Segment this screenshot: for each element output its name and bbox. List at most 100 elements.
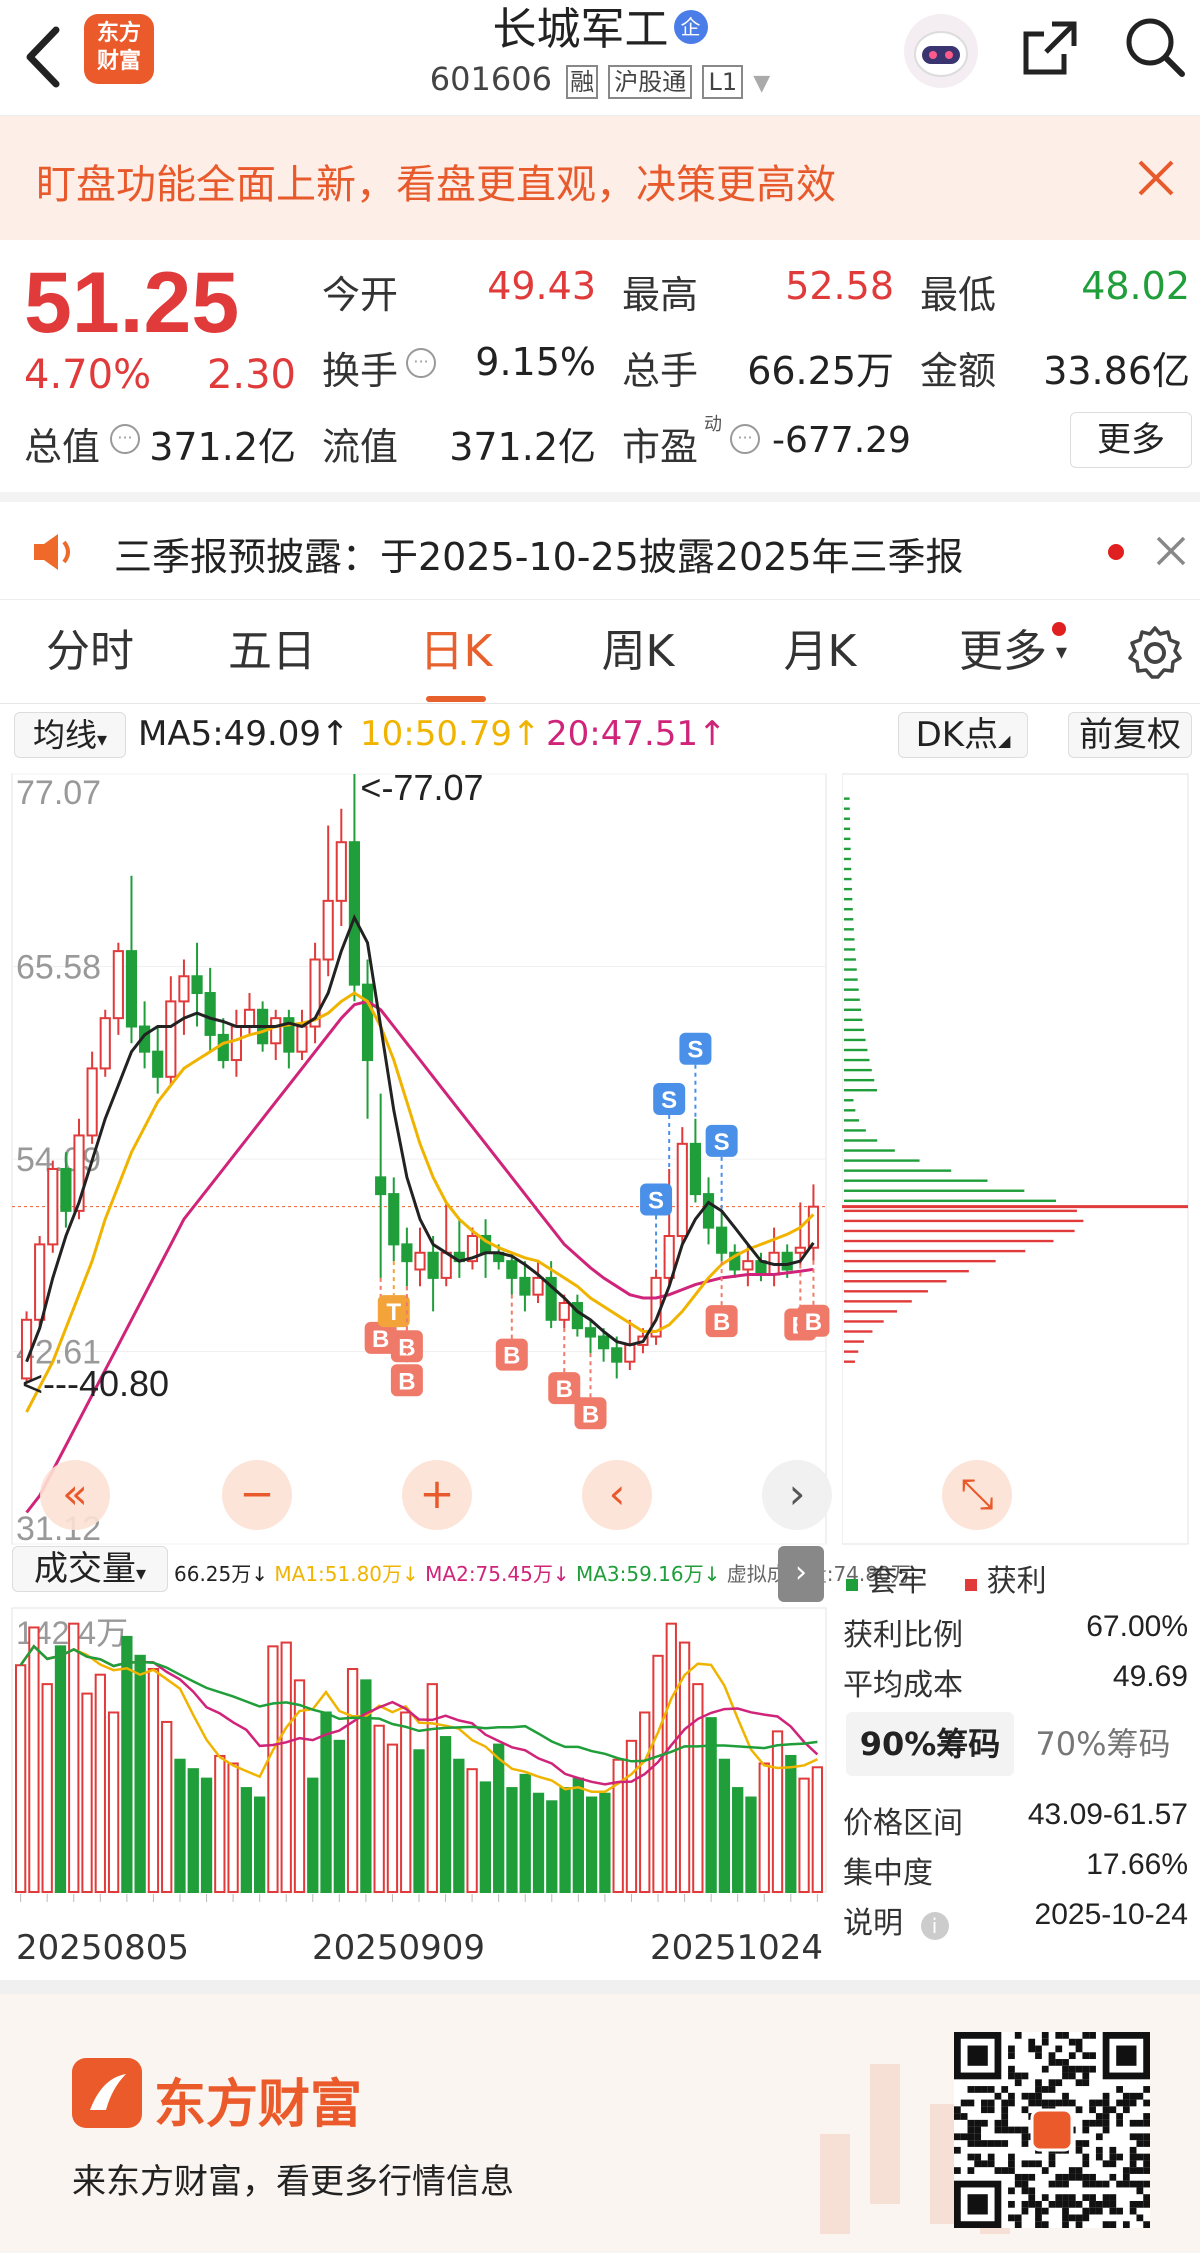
- more-button[interactable]: 更多: [1070, 412, 1192, 468]
- volume-expand-arrow[interactable]: ›: [778, 1546, 824, 1602]
- qr-module: [1021, 2140, 1029, 2147]
- volume-bar: [758, 1762, 770, 1893]
- candle: [335, 841, 347, 902]
- qr-module: [954, 2133, 961, 2141]
- dk-corner-icon: ◢: [998, 731, 1011, 750]
- profit-ratio-row: 获利比例 67.00%: [843, 1610, 1188, 1654]
- qr-module: [987, 2153, 995, 2161]
- tab-intraday[interactable]: 分时: [30, 600, 150, 704]
- volume-selector[interactable]: 成交量▾: [12, 1546, 168, 1592]
- pe-dynamic-mark: 动: [704, 414, 722, 435]
- candle: [112, 950, 124, 1020]
- tab-weekly-k[interactable]: 周K: [578, 600, 698, 704]
- volume-bar: [652, 1654, 664, 1893]
- chip-bar: [844, 867, 852, 871]
- qr-module: [1001, 2106, 1009, 2114]
- avg-cost-row: 平均成本 49.69: [843, 1660, 1188, 1704]
- qr-module: [1082, 2214, 1090, 2222]
- qr-module: [1109, 2153, 1117, 2161]
- adjust-toggle[interactable]: 前复权: [1068, 712, 1192, 758]
- chip-tab-90[interactable]: 90%筹码: [846, 1712, 1014, 1776]
- qr-module: [1082, 2180, 1090, 2188]
- qr-module: [1001, 2167, 1009, 2174]
- turnover-info-icon[interactable]: ···: [406, 348, 436, 378]
- volume-bar: [161, 1720, 173, 1894]
- qr-module: [1075, 2214, 1083, 2222]
- volume-bar: [200, 1777, 213, 1894]
- float-label: 流值: [322, 425, 399, 469]
- qr-module: [1116, 2119, 1123, 2127]
- expand-icon[interactable]: ⤡: [942, 1460, 1012, 1530]
- qr-module: [1102, 2119, 1110, 2127]
- qr-code[interactable]: [954, 2032, 1150, 2228]
- chip-tab-70[interactable]: 70%筹码: [1018, 1712, 1188, 1776]
- volume-bar: [68, 1622, 80, 1893]
- amount-value: 33.86亿: [1043, 349, 1190, 393]
- candle: [414, 1251, 426, 1271]
- candlestick-chart[interactable]: 77.0765.5854.0942.6131.12BBTBBBBSSSSBBB<…: [0, 764, 830, 1548]
- candle: [388, 1193, 400, 1246]
- zoom-in-button[interactable]: +: [402, 1460, 472, 1530]
- qr-module: [1089, 2173, 1096, 2181]
- qr-module: [1143, 2153, 1150, 2161]
- tab-monthly-k[interactable]: 月K: [760, 600, 880, 704]
- candle: [532, 1276, 544, 1296]
- turnover-value: 9.15%: [475, 340, 596, 384]
- qr-module: [994, 2140, 1002, 2147]
- chip-bar: [844, 1048, 868, 1052]
- dropdown-icon[interactable]: ▼: [753, 71, 770, 96]
- notice-close-icon[interactable]: [1154, 534, 1188, 568]
- qr-finder-core: [967, 2194, 988, 2215]
- volume-bar: [121, 1635, 133, 1894]
- qr-module: [1062, 2221, 1069, 2228]
- chip-bar: [844, 847, 851, 851]
- volume-bar: [386, 1743, 399, 1893]
- volume-bar: [519, 1773, 531, 1894]
- robot-assistant-icon[interactable]: [904, 14, 978, 88]
- qr-module: [1062, 2059, 1069, 2066]
- qr-module: [1109, 2221, 1117, 2228]
- qr-module: [1109, 2200, 1117, 2208]
- chip-bar: [844, 1129, 866, 1132]
- open-value: 49.43: [487, 264, 596, 308]
- qr-module: [967, 2133, 975, 2141]
- qr-module: [1028, 2187, 1036, 2195]
- dk-point-toggle[interactable]: DK点◢: [898, 712, 1028, 758]
- mktcap-info-icon[interactable]: ···: [110, 424, 140, 454]
- qr-module: [987, 2140, 995, 2147]
- signal-label: B: [713, 1309, 730, 1336]
- info-icon[interactable]: i: [920, 1912, 949, 1940]
- tab-daily-k[interactable]: 日K: [396, 600, 516, 704]
- volume-bar: [785, 1754, 797, 1893]
- qr-module: [1136, 2153, 1144, 2161]
- tab-more[interactable]: 更多: [948, 600, 1058, 704]
- volume-label: 总手: [622, 349, 699, 393]
- qr-module: [1055, 2180, 1063, 2188]
- notice-bar[interactable]: 三季报预披露：于2025-10-25披露2025年三季报: [0, 492, 1200, 600]
- qr-module: [1143, 2086, 1150, 2093]
- candle: [60, 1167, 72, 1212]
- signal-label: B: [398, 1334, 415, 1361]
- promo-banner[interactable]: 盯盘功能全面上新，看盘更直观，决策更高效: [0, 116, 1200, 240]
- tab-five-day[interactable]: 五日: [212, 600, 332, 704]
- qr-module: [987, 2086, 995, 2093]
- zoom-out-button[interactable]: −: [222, 1460, 292, 1530]
- chip-bar: [844, 1350, 859, 1353]
- scroll-left-button[interactable]: ‹: [582, 1460, 652, 1530]
- volume-bar: [532, 1792, 545, 1893]
- pe-info-icon[interactable]: ···: [730, 424, 760, 454]
- share-icon[interactable]: [1018, 16, 1082, 80]
- signal-label: B: [398, 1368, 415, 1395]
- settings-gear-icon[interactable]: [1126, 624, 1184, 682]
- qr-module: [1129, 2207, 1137, 2215]
- scroll-right-button[interactable]: ›: [762, 1460, 832, 1530]
- volume-bar: [94, 1673, 106, 1893]
- close-icon[interactable]: [1134, 156, 1178, 200]
- chip-bar: [844, 1310, 898, 1313]
- scroll-left-fast-button[interactable]: «: [40, 1460, 110, 1530]
- volume-bar: [307, 1777, 319, 1894]
- search-icon[interactable]: [1122, 14, 1188, 80]
- ma-selector[interactable]: 均线▾: [14, 712, 126, 758]
- volume-caret-icon: ▾: [135, 1561, 147, 1585]
- qr-module: [974, 2153, 982, 2161]
